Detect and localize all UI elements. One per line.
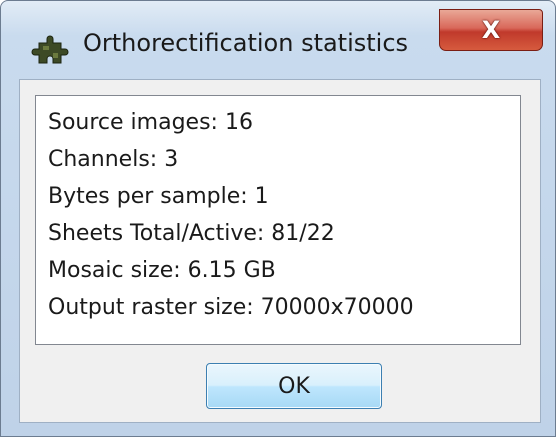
close-button[interactable]: X — [439, 9, 543, 51]
puzzle-piece-icon — [31, 31, 75, 69]
window-title: Orthorectification statistics — [83, 29, 409, 57]
stat-source-images: Source images: 16 — [48, 110, 253, 135]
stat-sheets-total-active: Sheets Total/Active: 81/22 — [48, 221, 335, 246]
close-icon: X — [481, 16, 501, 44]
stat-mosaic-size: Mosaic size: 6.15 GB — [48, 258, 276, 283]
dialog-window: Orthorectification statistics X Source i… — [0, 0, 556, 437]
stat-channels: Channels: 3 — [48, 147, 179, 172]
ok-button[interactable]: OK — [206, 363, 382, 409]
titlebar[interactable]: Orthorectification statistics X — [1, 1, 555, 77]
statistics-panel: Source images: 16 Channels: 3 Bytes per … — [35, 95, 521, 345]
stat-output-raster-size: Output raster size: 70000x70000 — [48, 295, 414, 320]
stat-bytes-per-sample: Bytes per sample: 1 — [48, 184, 269, 209]
